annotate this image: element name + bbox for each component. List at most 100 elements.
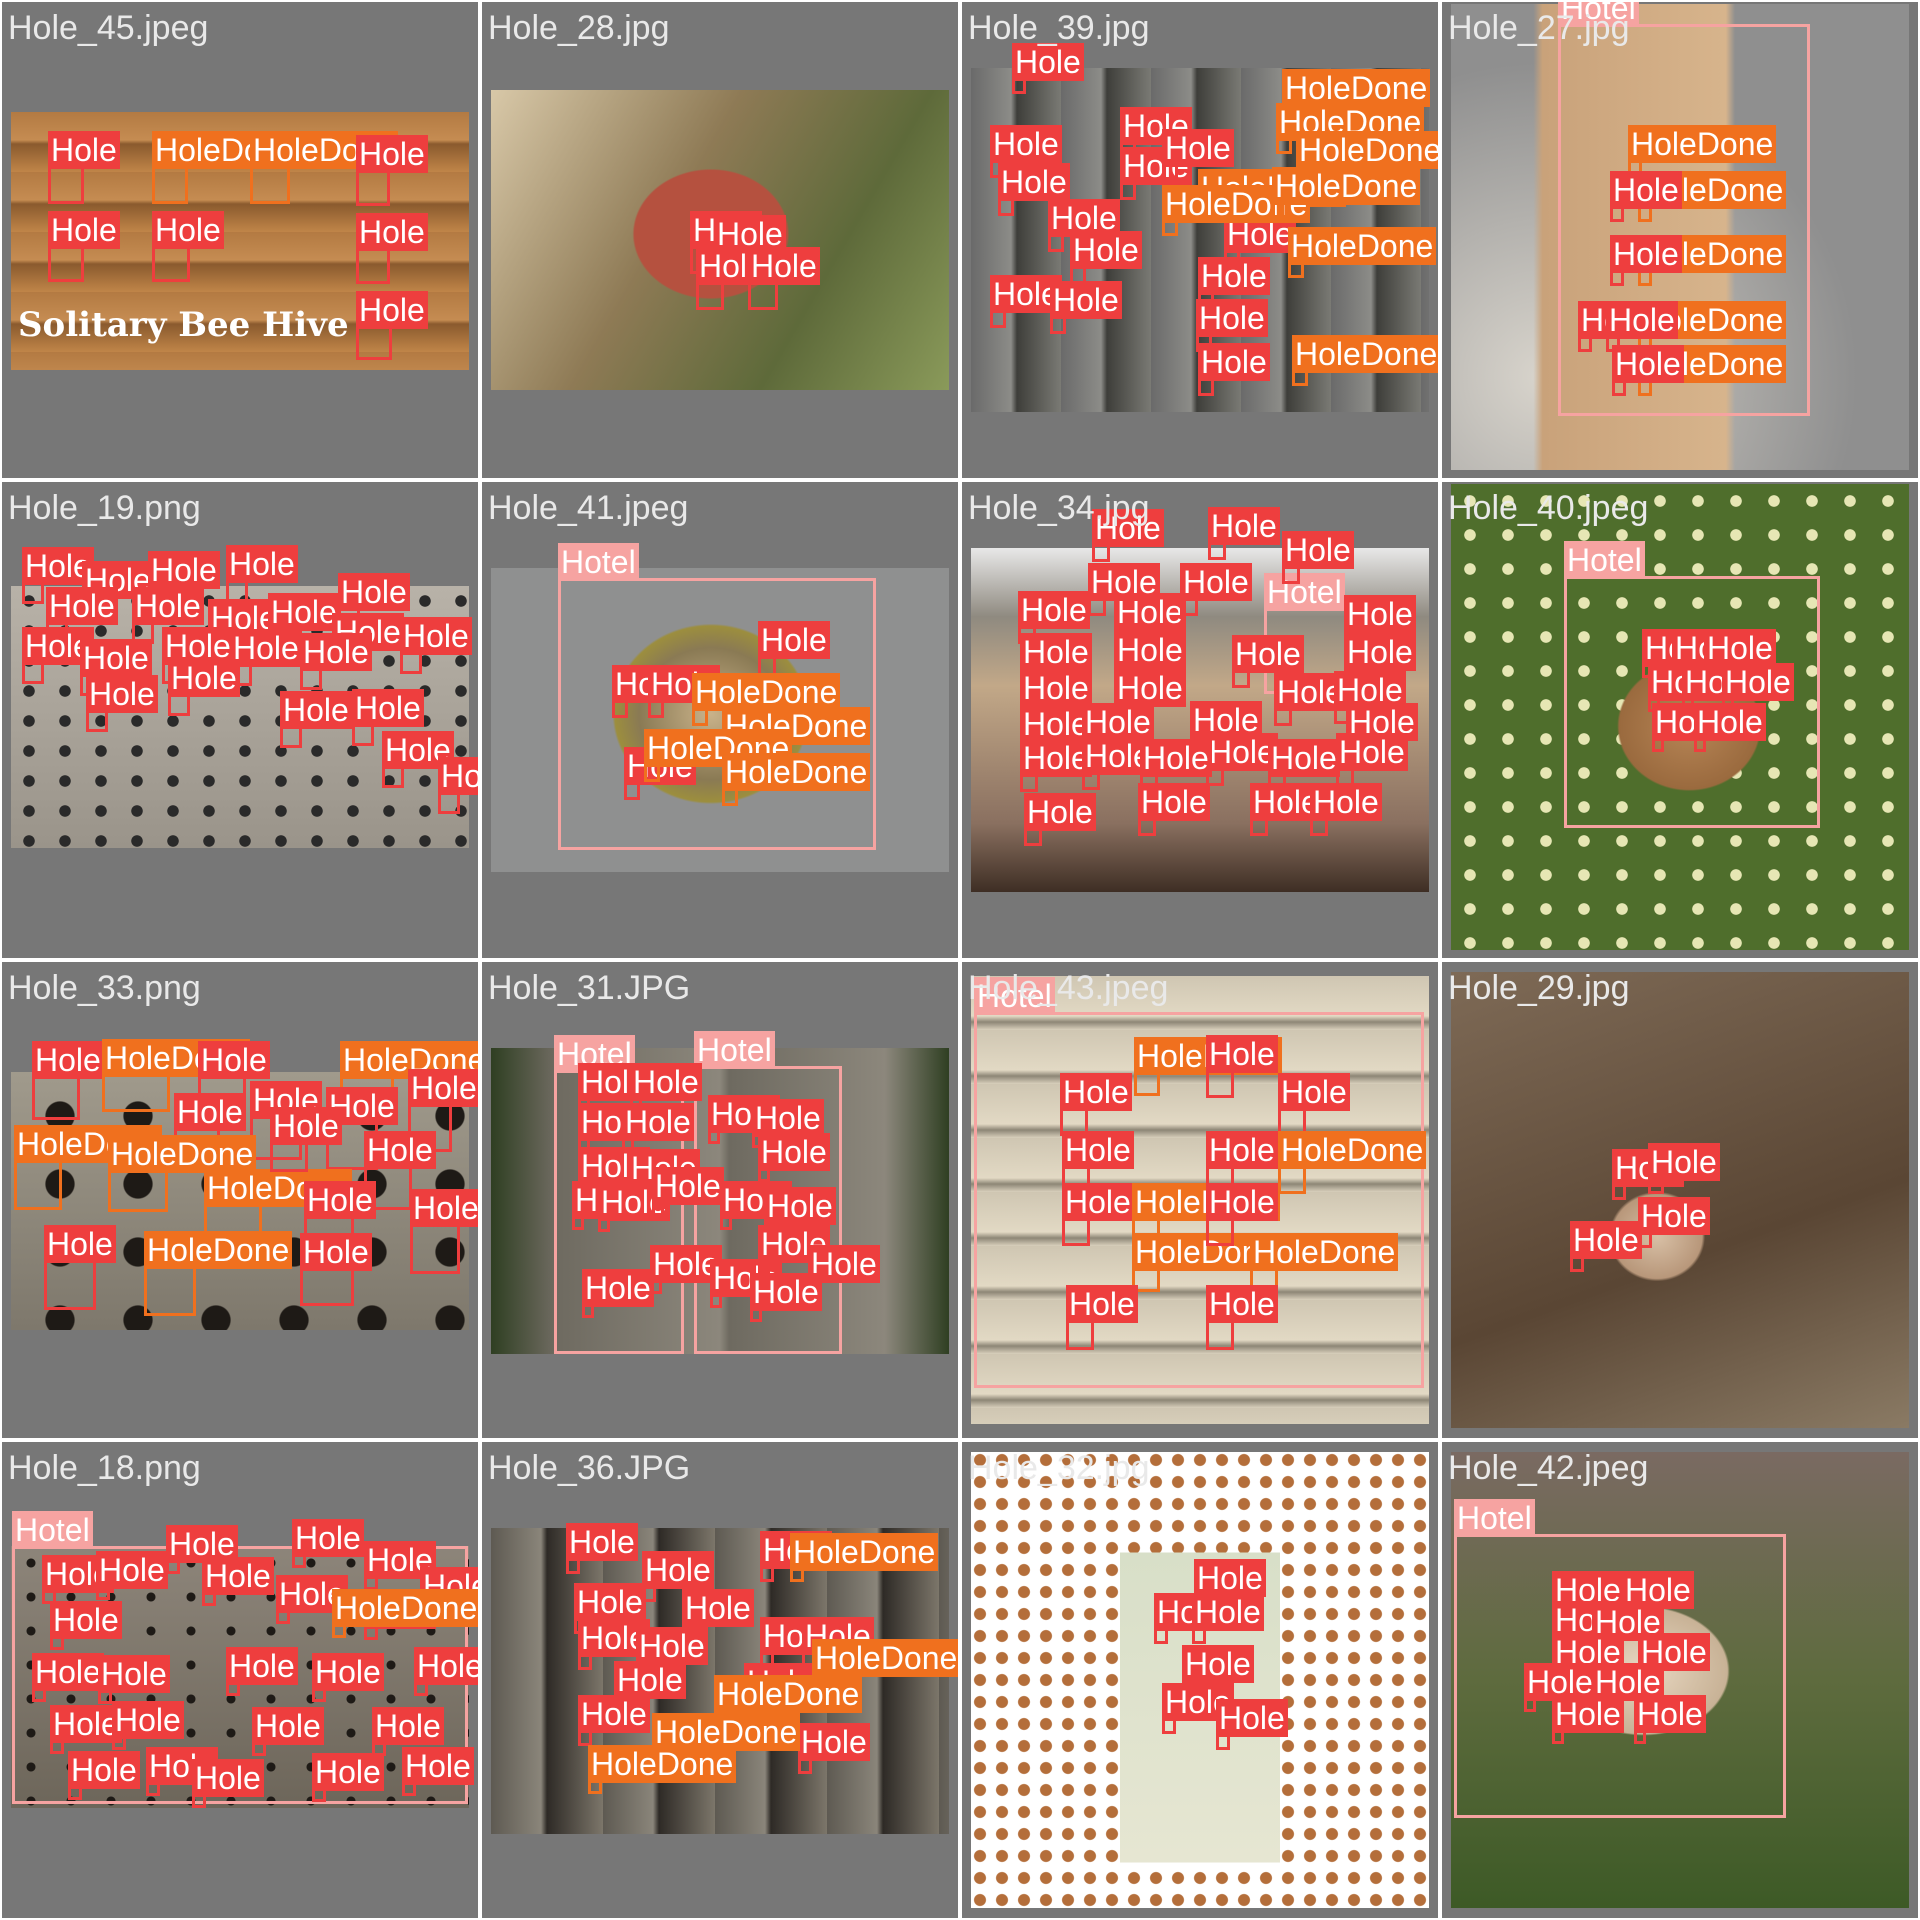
detection-hole-done[interactable]: HoleDone <box>204 1169 353 1234</box>
detection-hole[interactable]: Hole <box>1120 147 1192 200</box>
detection-hole[interactable]: Hole <box>98 1655 170 1704</box>
detection-hole[interactable]: Hole <box>1610 171 1682 222</box>
detection-hole[interactable]: Hole <box>22 547 94 604</box>
detection-hole[interactable]: Hole <box>300 1233 372 1306</box>
detection-hole-done[interactable]: HoleDone <box>1278 1131 1427 1194</box>
detection-hole[interactable]: Hole <box>226 1647 298 1696</box>
detection-hole[interactable]: Hole <box>50 1601 122 1650</box>
detection-hole[interactable]: Hole <box>280 691 352 748</box>
detection-hole[interactable]: Hole <box>152 211 224 282</box>
detection-hole[interactable]: Hole <box>1250 783 1322 836</box>
detection-hole[interactable]: Hole <box>1232 635 1304 688</box>
detection-hole[interactable]: Hole <box>50 1705 122 1754</box>
detection-hole[interactable]: Hole <box>1208 507 1280 560</box>
detection-hole-done[interactable]: HoleDone <box>332 1589 478 1638</box>
detection-hole[interactable]: Hole <box>48 211 120 282</box>
detection-hole[interactable]: Hole <box>312 1753 384 1802</box>
detection-hole[interactable]: Hole <box>798 1723 870 1774</box>
detection-hole[interactable]: Hole <box>86 675 158 732</box>
detection-hole[interactable]: Hole <box>356 213 428 284</box>
tile-hole-28[interactable]: Hole Hole Hole Hole Hole_28.jpg <box>482 2 958 478</box>
detection-hole-done[interactable]: HoleDone <box>250 131 399 204</box>
detection-hole[interactable]: Hole <box>612 665 684 718</box>
detection-hole[interactable]: Hole <box>582 1269 654 1318</box>
tile-hole-34[interactable]: Hotel Hole Hole Hole Hole Hole Hole Hole… <box>962 482 1438 958</box>
detection-hole[interactable]: Hole <box>382 731 454 788</box>
tile-hole-19[interactable]: Hole Hole Hole Hole Hole Hole Hole Hole … <box>2 482 478 958</box>
detection-hole[interactable]: Hole <box>364 1541 436 1590</box>
detection-hole[interactable]: Hole <box>1570 1221 1642 1272</box>
detection-hole[interactable]: Hole <box>710 1259 782 1308</box>
detection-hole-done[interactable]: HoleDone <box>102 1039 251 1112</box>
detection-hole[interactable]: Hole <box>1198 343 1270 396</box>
detection-hole[interactable]: Hole <box>1180 563 1252 616</box>
detection-hole[interactable]: Hole <box>414 1647 478 1696</box>
detection-hole[interactable]: Hole <box>1162 1683 1234 1734</box>
tile-hole-36[interactable]: Hole Hole Hole Hole Hole Hole Hole Hole … <box>482 1442 958 1918</box>
detection-hole[interactable]: Hole <box>1062 1183 1134 1246</box>
detection-hole[interactable]: Hole <box>1612 1149 1684 1200</box>
tile-hole-33[interactable]: Hole HoleDone Hole HoleDone Hole Hole Ho… <box>2 962 478 1438</box>
detection-hole[interactable]: Hole <box>68 1751 140 1800</box>
detection-hole[interactable]: Hole <box>276 1575 348 1624</box>
detection-hole[interactable]: Hole <box>32 1041 104 1120</box>
detection-hole-done[interactable]: HoleDone <box>152 131 301 204</box>
detection-hole[interactable]: Hole <box>1092 509 1164 562</box>
detection-hole[interactable]: Hole <box>356 291 428 360</box>
detection-hole[interactable]: Hole <box>1206 1035 1278 1098</box>
detection-hole-done[interactable]: HoleDone <box>1134 1037 1283 1096</box>
detection-hole[interactable]: Hole <box>300 633 372 690</box>
detection-hole[interactable]: Hole <box>166 1525 238 1574</box>
tile-hole-43[interactable]: Hotel HoleDone Hole Hole Hole Hole Hole … <box>962 962 1438 1438</box>
detection-hole[interactable]: Hole <box>1162 129 1234 180</box>
detection-hole[interactable]: Hole <box>578 1619 650 1670</box>
detection-hole[interactable]: Hole <box>356 135 428 206</box>
detection-hole[interactable]: Hole <box>648 665 720 718</box>
detection-hole[interactable]: Hole <box>438 757 478 814</box>
tile-hole-27[interactable]: Hotel HoleDone HoleDone HoleDone HoleDon… <box>1442 2 1918 478</box>
detection-hole[interactable]: Hole <box>1082 737 1154 790</box>
tile-hole-40[interactable]: Hotel Hole Hole Hole Hole Hole Hole Hole… <box>1442 482 1918 958</box>
detection-hole[interactable]: Hole <box>202 1557 274 1606</box>
tile-hole-45[interactable]: Solitary Bee Hive Hole HoleDone HoleDone… <box>2 2 478 478</box>
detection-hole[interactable]: Hole <box>270 1107 342 1172</box>
detection-hole-done[interactable]: HoleDone <box>1276 103 1425 154</box>
detection-hole[interactable]: Hole <box>720 1181 792 1230</box>
detection-hole[interactable]: Hole <box>998 163 1070 216</box>
detection-hole[interactable]: Hole <box>112 1701 184 1750</box>
detection-hole[interactable]: Hole <box>1310 783 1382 836</box>
tile-hole-42[interactable]: Hotel Hole Hole Hole Hole Hole Hole Hole… <box>1442 1442 1918 1918</box>
detection-hole[interactable]: Hole <box>1578 301 1650 352</box>
detection-hole[interactable]: Hole <box>312 1653 384 1702</box>
detection-hole[interactable]: Hole <box>1282 531 1354 584</box>
detection-hole[interactable]: Hole <box>578 1695 650 1746</box>
detection-hole[interactable]: Hole <box>1274 673 1346 726</box>
detection-hole[interactable]: Hole <box>364 1591 436 1640</box>
detection-hole-done[interactable]: HoleDone <box>644 729 793 782</box>
detection-hole[interactable]: Hole <box>1088 563 1160 616</box>
detection-hole[interactable]: Hole <box>1638 1197 1710 1248</box>
detection-hole[interactable]: Hole <box>1048 199 1120 252</box>
detection-hole[interactable]: Hole <box>1020 739 1092 792</box>
detection-hole[interactable]: Hole <box>572 1181 644 1230</box>
detection-hole[interactable]: Hole <box>990 275 1062 328</box>
detection-hole[interactable]: Hole <box>22 627 94 684</box>
detection-hole[interactable]: Hole <box>748 247 820 310</box>
detection-hole[interactable]: Hole <box>750 1273 822 1322</box>
detection-hole-done[interactable]: HoleDone <box>1292 335 1438 386</box>
detection-hole[interactable]: Hole <box>1206 1183 1278 1246</box>
detection-hole[interactable]: Hole <box>32 1653 104 1702</box>
detection-hole-done[interactable]: HoleDone <box>1272 167 1421 218</box>
tile-hole-32[interactable]: Hole Hole Hole Hole Hole Hole Hole_32.jp… <box>962 1442 1438 1918</box>
detection-hole[interactable]: Hole <box>1138 783 1210 836</box>
detection-hole[interactable]: Hole <box>96 1551 168 1600</box>
detection-hole[interactable]: Hole <box>1066 1285 1138 1350</box>
detection-hole[interactable]: Hole <box>650 1245 722 1294</box>
tile-hole-39[interactable]: Hole Hole Hole Hole Hole Hole Hole Hole … <box>962 2 1438 478</box>
detection-hole[interactable]: Hole <box>146 1747 218 1796</box>
detection-hole[interactable]: Hole <box>168 659 240 716</box>
detection-hole[interactable]: Hole <box>1050 281 1122 334</box>
detection-hole[interactable]: Hole <box>1524 1663 1596 1712</box>
detection-hole[interactable]: Hole <box>708 1095 780 1144</box>
detection-hole[interactable]: Hole <box>1652 703 1724 752</box>
